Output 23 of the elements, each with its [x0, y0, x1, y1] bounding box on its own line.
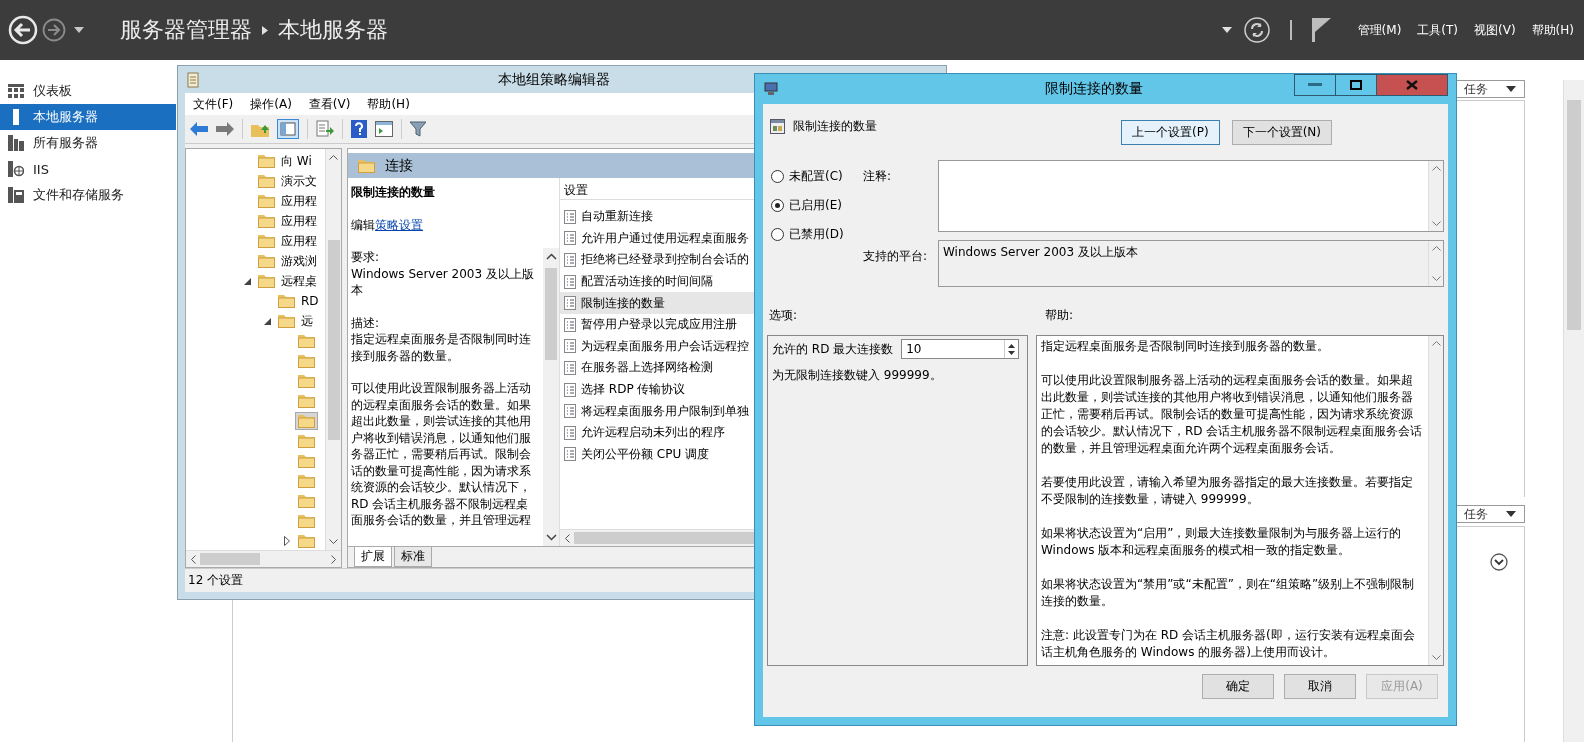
description-label: 描述: — [351, 314, 381, 331]
window-title: 限制连接的数量 — [1045, 80, 1143, 98]
setting-title: 限制连接的数量 — [793, 118, 877, 135]
edit-text: 编辑策略设置 — [351, 216, 424, 233]
help-label: 帮助: — [1045, 307, 1074, 324]
help-text: 若要使用此设置，请输入希望为服务器指定的最大连接数量。若要指定不受限制的连接数量，请键入 999999。 — [1041, 474, 1414, 508]
field-label: 支持的平台: — [863, 248, 929, 265]
help-text: 如果将状态设置为“禁用”或“未配置”，则在“组策略”级别上不强制限制连接的数量。 — [1041, 576, 1416, 610]
help-text: 可以使用此设置限制服务器上活动的远程桌面服务会话的数量。如果超出此数量，则尝试连接的其他用户将收到错误消息，以通知他们服务器正忙，需要稍后再试。限制会话的数量可提高性能，因为请求系统资源的会话较少。默认情况下，RD 会话主机服务器不限制远程桌面服务会话的数量，并且管理远程桌面允许两个远程桌面服务会话。 — [1041, 372, 1424, 457]
requirement-text: Windows Server 2003 及以上版本 — [351, 265, 535, 299]
section-title: 连接 — [385, 156, 413, 175]
requirement-label: 要求: — [351, 249, 381, 266]
status-bar-text: 12 个设置 — [188, 571, 244, 589]
field-label: 允许的 RD 最大连接数 — [772, 340, 894, 358]
help-text: 如果将状态设置为“启用”，则最大连接数量限制为与服务器上运行的 Windows 版本和远程桌面服务的模式相一致的指定数量。 — [1041, 525, 1403, 559]
platform-field: Windows Server 2003 及以上版本 — [938, 240, 1444, 287]
setting-title: 限制连接的数量 — [351, 184, 436, 201]
help-text: 指定远程桌面服务是否限制同时连接到服务器的数量。 — [1041, 338, 1330, 355]
description-text: 可以使用此设置限制服务器上活动的远程桌面服务会话的数量。如果超出此数量，则尝试连接的其他用户将收到错误消息，以通知他们服务器正忙，需要稍后再试。限制会话的数量可提高性能，因为请求系统资源的会话较少。默认情况下，RD 会话主机服务器不限制远程桌面服务会话的数量，并且管理远程 — [351, 380, 532, 529]
help-text: 注意: 此设置专门为在 RD 会话主机服务器(即，运行安装有远程桌面会话主机角色服务的 Windows 的服务器)上使用而设计。 — [1041, 627, 1416, 661]
description-text: 指定远程桌面服务是否限制同时连接到服务器的数量。 — [351, 331, 532, 364]
hint-text: 为无限制连接数键入 999999。 — [772, 367, 943, 384]
window-title: 本地组策略编辑器 — [498, 70, 610, 89]
